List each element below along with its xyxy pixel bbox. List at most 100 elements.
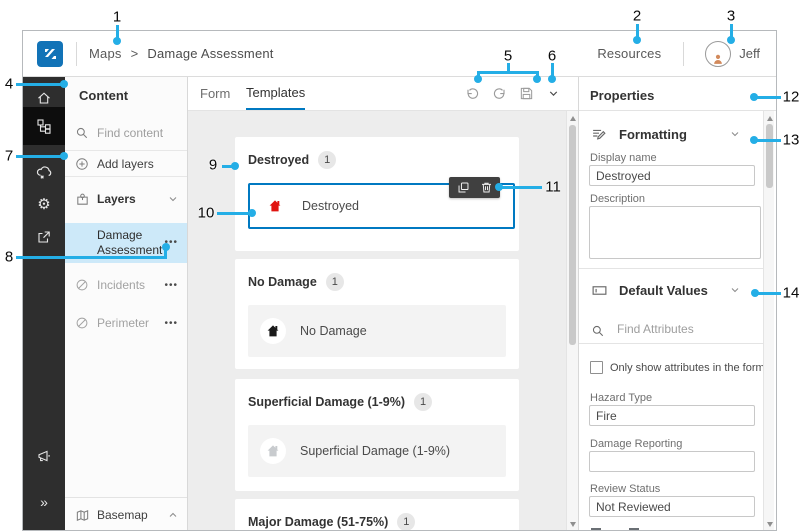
- template-group-major-damage: Major Damage (51-75%) 1: [235, 499, 519, 531]
- scrollbar-thumb[interactable]: [569, 125, 576, 345]
- add-layers-button[interactable]: Add layers: [65, 151, 187, 177]
- only-show-attributes-row: Only show attributes in the form: [590, 361, 765, 374]
- display-name-input[interactable]: [589, 165, 755, 186]
- description-textarea[interactable]: [589, 206, 761, 259]
- chevron-down-icon[interactable]: [729, 284, 741, 296]
- layer-item-incidents[interactable]: Incidents •••: [65, 271, 187, 299]
- callout-12: 12: [783, 89, 800, 106]
- description-label: Description: [590, 193, 645, 205]
- section-divider: [579, 268, 768, 269]
- tab-bar: Form Templates: [188, 77, 578, 111]
- group-title: No Damage: [248, 275, 317, 289]
- basemap-label: Basemap: [97, 508, 148, 522]
- properties-scrollbar[interactable]: [763, 111, 774, 531]
- scroll-up-arrow[interactable]: [570, 116, 576, 121]
- damage-reporting-label: Damage Reporting: [590, 438, 682, 450]
- left-nav-rail: ⚙ »: [23, 77, 65, 531]
- callout-7: 7: [5, 148, 13, 165]
- breadcrumb-current: Damage Assessment: [147, 46, 273, 61]
- add-layers-label: Add layers: [97, 157, 154, 171]
- template-label: Superficial Damage (1-9%): [300, 444, 450, 458]
- offline-cloud-icon[interactable]: [23, 154, 65, 188]
- template-card-superficial[interactable]: Superficial Damage (1-9%): [248, 425, 506, 477]
- find-attributes-input[interactable]: [615, 321, 759, 337]
- group-title: Superficial Damage (1-9%): [248, 395, 405, 409]
- default-values-icon: [591, 282, 608, 299]
- default-values-section-header[interactable]: Default Values: [579, 279, 767, 301]
- properties-divider: [579, 110, 777, 111]
- layer-overflow-menu[interactable]: •••: [164, 280, 178, 291]
- screenshot-page: Maps > Damage Assessment Resources Jeff: [0, 0, 807, 532]
- layers-icon: [74, 192, 90, 207]
- hazard-type-input[interactable]: [589, 405, 755, 426]
- basemap-section-header[interactable]: Basemap: [65, 497, 187, 531]
- field-maps-logo-icon[interactable]: [37, 41, 63, 67]
- expand-rail-icon[interactable]: »: [23, 485, 65, 519]
- chevron-down-icon[interactable]: [545, 85, 562, 102]
- add-circle-icon: [74, 157, 90, 171]
- templates-scrollbar[interactable]: [566, 111, 578, 531]
- resources-link[interactable]: Resources: [597, 46, 661, 61]
- delete-trash-icon[interactable]: [479, 181, 493, 195]
- layer-name: Perimeter: [97, 316, 149, 330]
- tab-form[interactable]: Form: [200, 77, 230, 110]
- templates-scroll-area[interactable]: Destroyed 1 Destroyed: [188, 111, 566, 531]
- template-symbol-chip: [262, 193, 288, 219]
- hidden-layer-icon: [74, 278, 90, 292]
- basemap-icon: [74, 508, 90, 523]
- scroll-up-arrow[interactable]: [767, 116, 773, 121]
- formatting-label: Formatting: [619, 127, 687, 142]
- template-symbol-chip: [260, 318, 286, 344]
- callout-6: 6: [548, 48, 556, 65]
- content-panel-title: Content: [79, 88, 128, 103]
- template-card-no-damage[interactable]: No Damage: [248, 305, 506, 357]
- scroll-down-arrow[interactable]: [767, 522, 773, 527]
- share-icon[interactable]: [23, 220, 65, 254]
- find-content-search[interactable]: [65, 116, 187, 151]
- layer-name: Incidents: [97, 278, 145, 292]
- forms-sitemap-icon[interactable]: [23, 109, 65, 143]
- damage-reporting-input[interactable]: [589, 451, 755, 472]
- redo-icon[interactable]: [491, 85, 508, 102]
- find-content-input[interactable]: [97, 126, 177, 140]
- scroll-down-arrow[interactable]: [570, 522, 576, 527]
- template-action-toolbar: [449, 177, 500, 198]
- review-status-input[interactable]: [589, 496, 755, 517]
- chevron-up-icon[interactable]: [167, 509, 179, 521]
- formatting-section-header[interactable]: Formatting: [579, 123, 767, 145]
- search-icon: [74, 126, 90, 140]
- layer-item-perimeter[interactable]: Perimeter •••: [65, 309, 187, 337]
- breadcrumb: Maps > Damage Assessment: [89, 46, 274, 61]
- template-group-no-damage: No Damage 1 No Damage: [235, 259, 519, 369]
- header-divider-2: [683, 42, 684, 66]
- user-name[interactable]: Jeff: [739, 46, 760, 61]
- group-count-badge: 1: [414, 393, 432, 411]
- clipped-field-label: [591, 528, 639, 531]
- layers-section-header[interactable]: Layers: [65, 183, 187, 215]
- chevron-down-icon[interactable]: [167, 193, 179, 205]
- chevron-down-icon[interactable]: [729, 128, 741, 140]
- duplicate-icon[interactable]: [456, 181, 470, 195]
- template-group-destroyed: Destroyed 1 Destroyed: [235, 137, 519, 251]
- group-count-badge: 1: [397, 513, 415, 531]
- formatting-icon: [591, 126, 608, 143]
- tab-templates[interactable]: Templates: [246, 77, 305, 110]
- undo-icon[interactable]: [464, 85, 481, 102]
- scrollbar-thumb[interactable]: [766, 124, 773, 188]
- user-avatar[interactable]: [705, 41, 731, 67]
- group-title: Major Damage (51-75%): [248, 515, 388, 529]
- hidden-layer-icon: [74, 316, 90, 330]
- templates-workspace: Form Templates: [188, 77, 578, 531]
- save-icon[interactable]: [518, 85, 535, 102]
- template-label: No Damage: [300, 324, 367, 338]
- settings-gear-icon[interactable]: ⚙: [23, 187, 65, 221]
- callout-4: 4: [5, 76, 13, 93]
- callout-11: 11: [545, 179, 561, 196]
- breadcrumb-maps-link[interactable]: Maps: [89, 46, 122, 61]
- callout-10: 10: [198, 205, 215, 222]
- checkbox-unchecked[interactable]: [590, 361, 603, 374]
- breadcrumb-separator: >: [131, 46, 139, 61]
- layer-overflow-menu[interactable]: •••: [164, 318, 178, 329]
- feedback-megaphone-icon[interactable]: [23, 439, 65, 473]
- callout-5: 5: [504, 48, 512, 65]
